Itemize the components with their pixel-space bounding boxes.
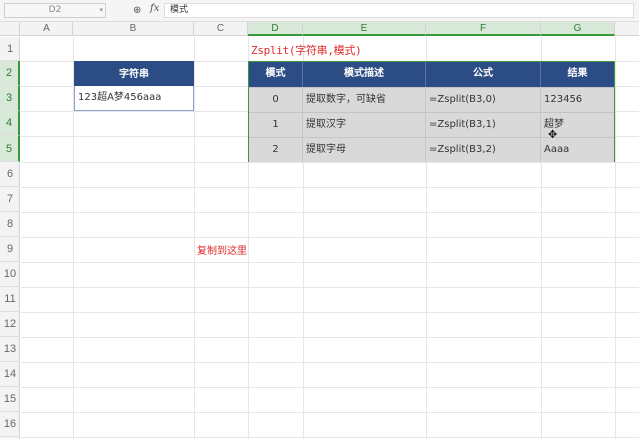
row-header-14[interactable]: 14 xyxy=(0,362,20,387)
mode-cell[interactable]: 2 xyxy=(249,138,303,162)
row-header-15[interactable]: 15 xyxy=(0,387,20,412)
column-header-c[interactable]: C xyxy=(194,22,248,36)
result-cell[interactable]: 123456 xyxy=(541,88,614,112)
column-headers: A B C D E F G xyxy=(0,22,639,36)
row-header-10[interactable]: 10 xyxy=(0,262,20,287)
header-mode[interactable]: 模式 xyxy=(249,62,303,87)
formula-cell[interactable]: =Zsplit(B3,0) xyxy=(426,88,541,112)
grid-line xyxy=(21,187,639,188)
mode-cell[interactable]: 1 xyxy=(249,113,303,137)
row-header-7[interactable]: 7 xyxy=(0,187,20,212)
row-header-8[interactable]: 8 xyxy=(0,212,20,237)
name-box-value: D2 xyxy=(48,5,62,15)
column-header-e[interactable]: E xyxy=(303,22,426,36)
row-header-5[interactable]: 5 xyxy=(0,136,20,162)
formula-cell[interactable]: =Zsplit(B3,1) xyxy=(426,113,541,137)
grid-line xyxy=(21,162,639,163)
mode-cell[interactable]: 0 xyxy=(249,88,303,112)
row-header-3[interactable]: 3 xyxy=(0,86,20,111)
cell-cursor-icon: ✥ xyxy=(548,128,558,141)
column-header-f[interactable]: F xyxy=(426,22,541,36)
table-header-row: 模式 模式描述 公式 结果 xyxy=(249,62,614,87)
row-header-2[interactable]: 2 xyxy=(0,61,20,86)
grid-line xyxy=(21,237,639,238)
select-all-corner[interactable] xyxy=(0,22,20,36)
fx-icon[interactable]: fx xyxy=(150,3,159,14)
result-cell[interactable]: Aaaa xyxy=(541,138,614,162)
grid-line xyxy=(21,362,639,363)
formula-input[interactable]: 模式 xyxy=(164,3,634,18)
header-mode-description[interactable]: 模式描述 xyxy=(303,62,426,87)
grid-line xyxy=(21,387,639,388)
grid-line xyxy=(21,212,639,213)
dropdown-icon[interactable]: ▾ xyxy=(99,4,103,17)
grid-line xyxy=(21,312,639,313)
zoom-icon[interactable]: ⊕ xyxy=(133,4,141,17)
column-header-g[interactable]: G xyxy=(541,22,615,36)
source-table: 字符串 123超A梦456aaa xyxy=(74,61,194,111)
table-row: 2 提取字母 =Zsplit(B3,2) Aaaa xyxy=(249,137,614,162)
row-headers: 1 2 3 4 5 6 7 8 9 10 11 12 13 14 15 16 xyxy=(0,37,20,439)
column-header-b[interactable]: B xyxy=(73,22,194,36)
table-row: 0 提取数字，可缺省 =Zsplit(B3,0) 123456 xyxy=(249,87,614,112)
grid-line xyxy=(194,37,195,439)
copy-hint-text: 复制到这里 xyxy=(197,246,247,257)
source-header-cell[interactable]: 字符串 xyxy=(74,61,194,86)
header-result[interactable]: 结果 xyxy=(541,62,614,87)
description-cell[interactable]: 提取字母 xyxy=(303,138,426,162)
row-header-1[interactable]: 1 xyxy=(0,37,20,61)
source-value-cell[interactable]: 123超A梦456aaa xyxy=(74,86,194,111)
grid-line xyxy=(21,437,639,438)
description-cell[interactable]: 提取数字，可缺省 xyxy=(303,88,426,112)
grid-line xyxy=(21,412,639,413)
formula-cell[interactable]: =Zsplit(B3,2) xyxy=(426,138,541,162)
name-box[interactable]: D2 ▾ xyxy=(4,3,106,18)
grid-line xyxy=(615,37,616,439)
row-header-9[interactable]: 9 xyxy=(0,237,20,262)
column-header-a[interactable]: A xyxy=(21,22,73,36)
row-header-13[interactable]: 13 xyxy=(0,337,20,362)
header-formula[interactable]: 公式 xyxy=(426,62,541,87)
row-header-6[interactable]: 6 xyxy=(0,162,20,187)
row-header-4[interactable]: 4 xyxy=(0,111,20,136)
mode-table: 模式 模式描述 公式 结果 0 提取数字，可缺省 =Zsplit(B3,0) 1… xyxy=(248,61,615,162)
row-header-12[interactable]: 12 xyxy=(0,312,20,337)
column-header-d[interactable]: D xyxy=(248,22,303,36)
row-header-16[interactable]: 16 xyxy=(0,412,20,437)
description-cell[interactable]: 提取汉字 xyxy=(303,113,426,137)
function-hint-text: Zsplit(字符串,模式) xyxy=(251,44,362,57)
grid-line xyxy=(21,337,639,338)
grid-line xyxy=(21,287,639,288)
formula-bar: D2 ▾ ⊕ fx 模式 xyxy=(0,0,639,22)
row-header-11[interactable]: 11 xyxy=(0,287,20,312)
table-row: 1 提取汉字 =Zsplit(B3,1) 超梦 xyxy=(249,112,614,137)
grid-line xyxy=(21,262,639,263)
